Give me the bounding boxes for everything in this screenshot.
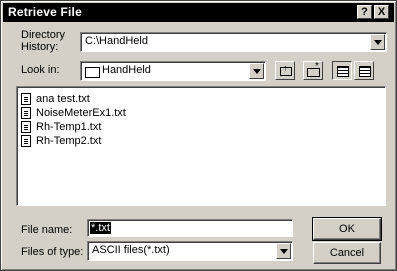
chevron-down-icon[interactable] <box>370 34 385 50</box>
directory-history-label-line2: History: <box>21 41 59 53</box>
close-button[interactable]: X <box>374 5 389 19</box>
window-title: Retrieve File <box>8 5 82 19</box>
directory-history-label-line1: Directory <box>21 29 66 41</box>
text-file-icon <box>21 135 31 147</box>
up-folder-icon[interactable]: ↑ <box>275 61 295 80</box>
text-file-icon <box>21 107 31 119</box>
chevron-down-icon[interactable] <box>249 63 264 79</box>
text-file-icon <box>21 93 31 105</box>
chevron-down-icon[interactable] <box>276 243 291 259</box>
directory-history-label: Directory History: <box>21 29 65 53</box>
file-name-input[interactable]: *.txt <box>87 219 293 237</box>
look-in-dropdown[interactable]: HandHeld <box>80 61 266 81</box>
title-bar[interactable]: Retrieve File ? X <box>3 3 394 22</box>
file-name-value: *.txt <box>90 222 111 234</box>
ok-button[interactable]: OK <box>312 217 382 241</box>
details-view-icon[interactable] <box>354 61 374 80</box>
directory-history-dropdown[interactable]: C:\HandHeld <box>80 32 387 52</box>
help-button[interactable]: ? <box>357 5 372 19</box>
look-in-label: Look in: <box>21 64 60 76</box>
file-list[interactable]: ana test.txt NoiseMeterEx1.txt Rh-Temp1.… <box>16 86 386 206</box>
folder-icon <box>85 67 100 78</box>
directory-history-value: C:\HandHeld <box>85 35 148 47</box>
text-file-icon <box>21 121 31 133</box>
files-of-type-dropdown[interactable]: ASCII files(*.txt) <box>87 241 293 261</box>
file-name-label: File name: <box>21 224 73 236</box>
look-in-value: HandHeld <box>102 64 151 76</box>
retrieve-file-dialog: Retrieve File ? X Directory History: C:\… <box>0 0 397 271</box>
files-of-type-value: ASCII files(*.txt) <box>92 244 170 256</box>
files-of-type-label: Files of type: <box>21 246 84 258</box>
list-view-icon[interactable] <box>332 61 352 80</box>
cancel-button[interactable]: Cancel <box>313 242 381 264</box>
new-folder-icon[interactable]: * <box>303 61 323 80</box>
